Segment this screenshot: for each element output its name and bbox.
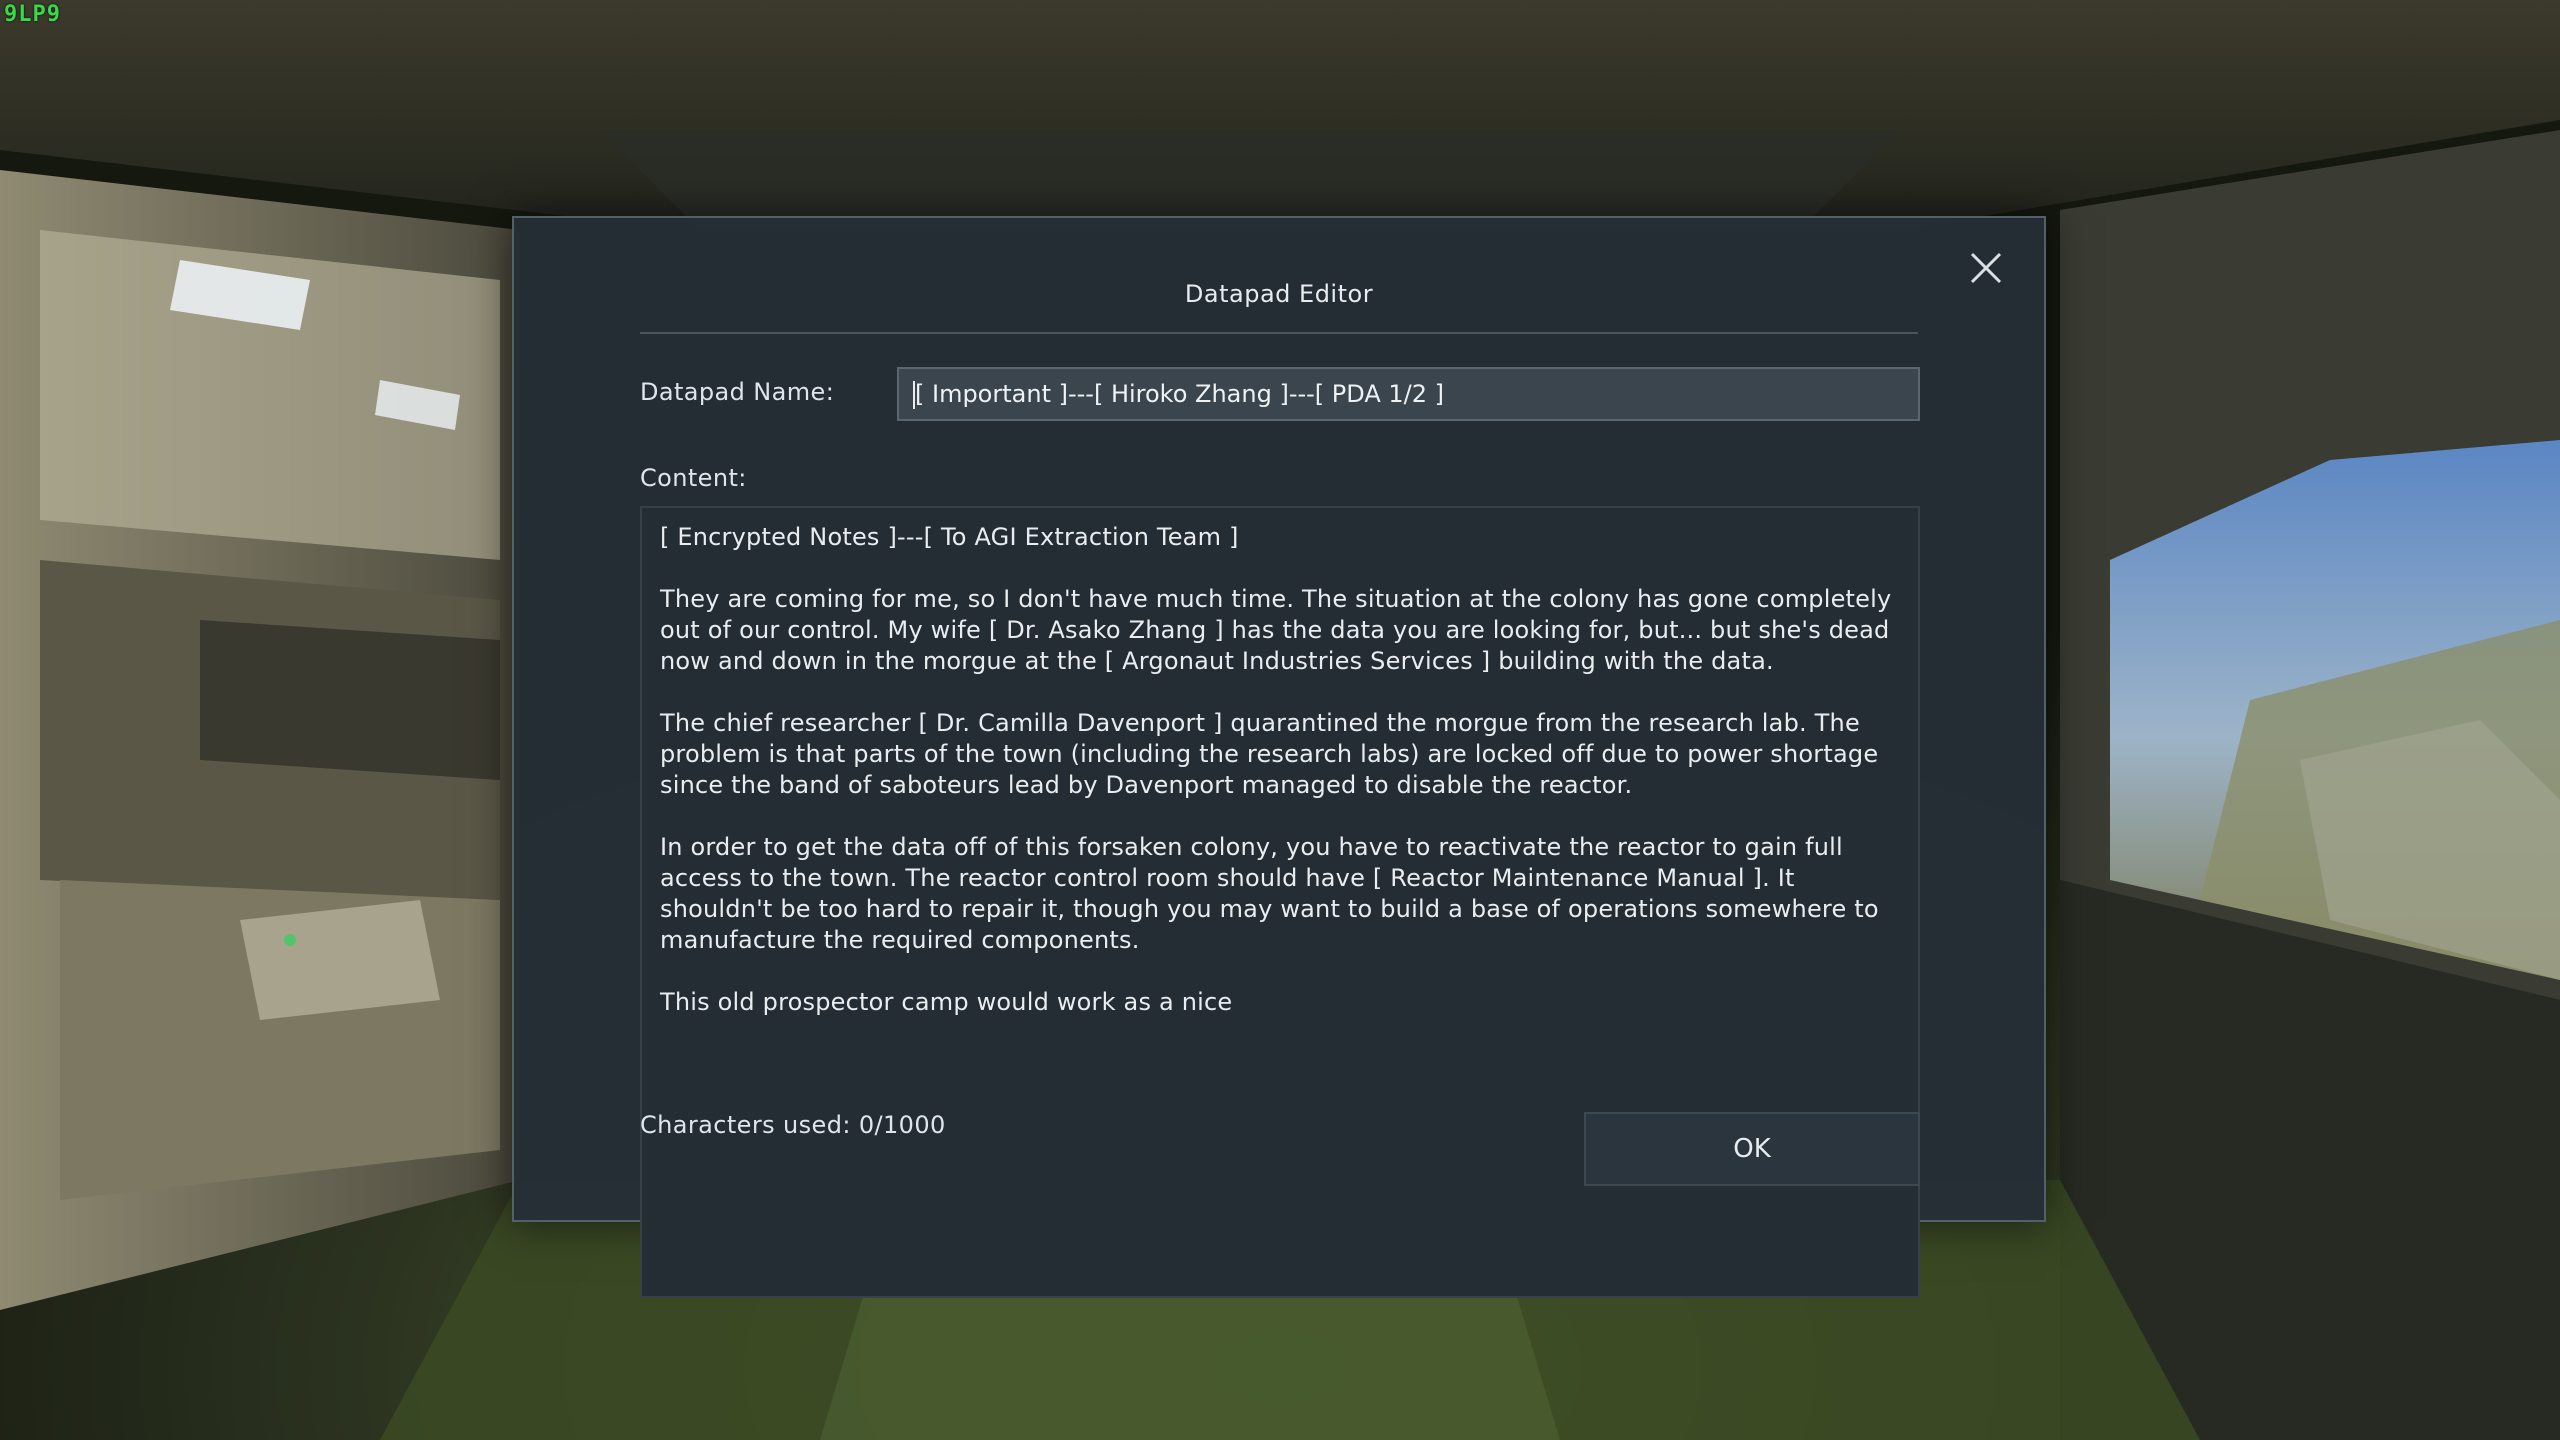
fps-counter: 9LP9 — [4, 2, 61, 27]
datapad-name-input[interactable]: [ Important ]---[ Hiroko Zhang ]---[ PDA… — [897, 367, 1920, 421]
content-paragraph: This old prospector camp would work as a… — [660, 988, 1233, 1016]
datapad-name-value: [ Important ]---[ Hiroko Zhang ]---[ PDA… — [915, 380, 1444, 408]
content-paragraph: In order to get the data off of this for… — [660, 833, 1879, 954]
content-label: Content: — [640, 464, 747, 492]
ok-button[interactable]: OK — [1584, 1112, 1920, 1186]
datapad-editor-dialog: Datapad Editor Datapad Name: [ Important… — [512, 216, 2046, 1298]
title-divider — [640, 332, 1918, 334]
characters-used-counter: Characters used: 0/1000 — [640, 1111, 946, 1139]
content-paragraph: They are coming for me, so I don't have … — [660, 585, 1892, 675]
close-button[interactable] — [1964, 246, 2008, 290]
datapad-name-label: Datapad Name: — [640, 378, 835, 406]
dialog-title: Datapad Editor — [1184, 280, 1374, 308]
close-icon — [1970, 252, 2002, 284]
content-paragraph: [ Encrypted Notes ]---[ To AGI Extractio… — [660, 523, 1239, 551]
content-paragraph: The chief researcher [ Dr. Camilla Daven… — [660, 709, 1879, 799]
